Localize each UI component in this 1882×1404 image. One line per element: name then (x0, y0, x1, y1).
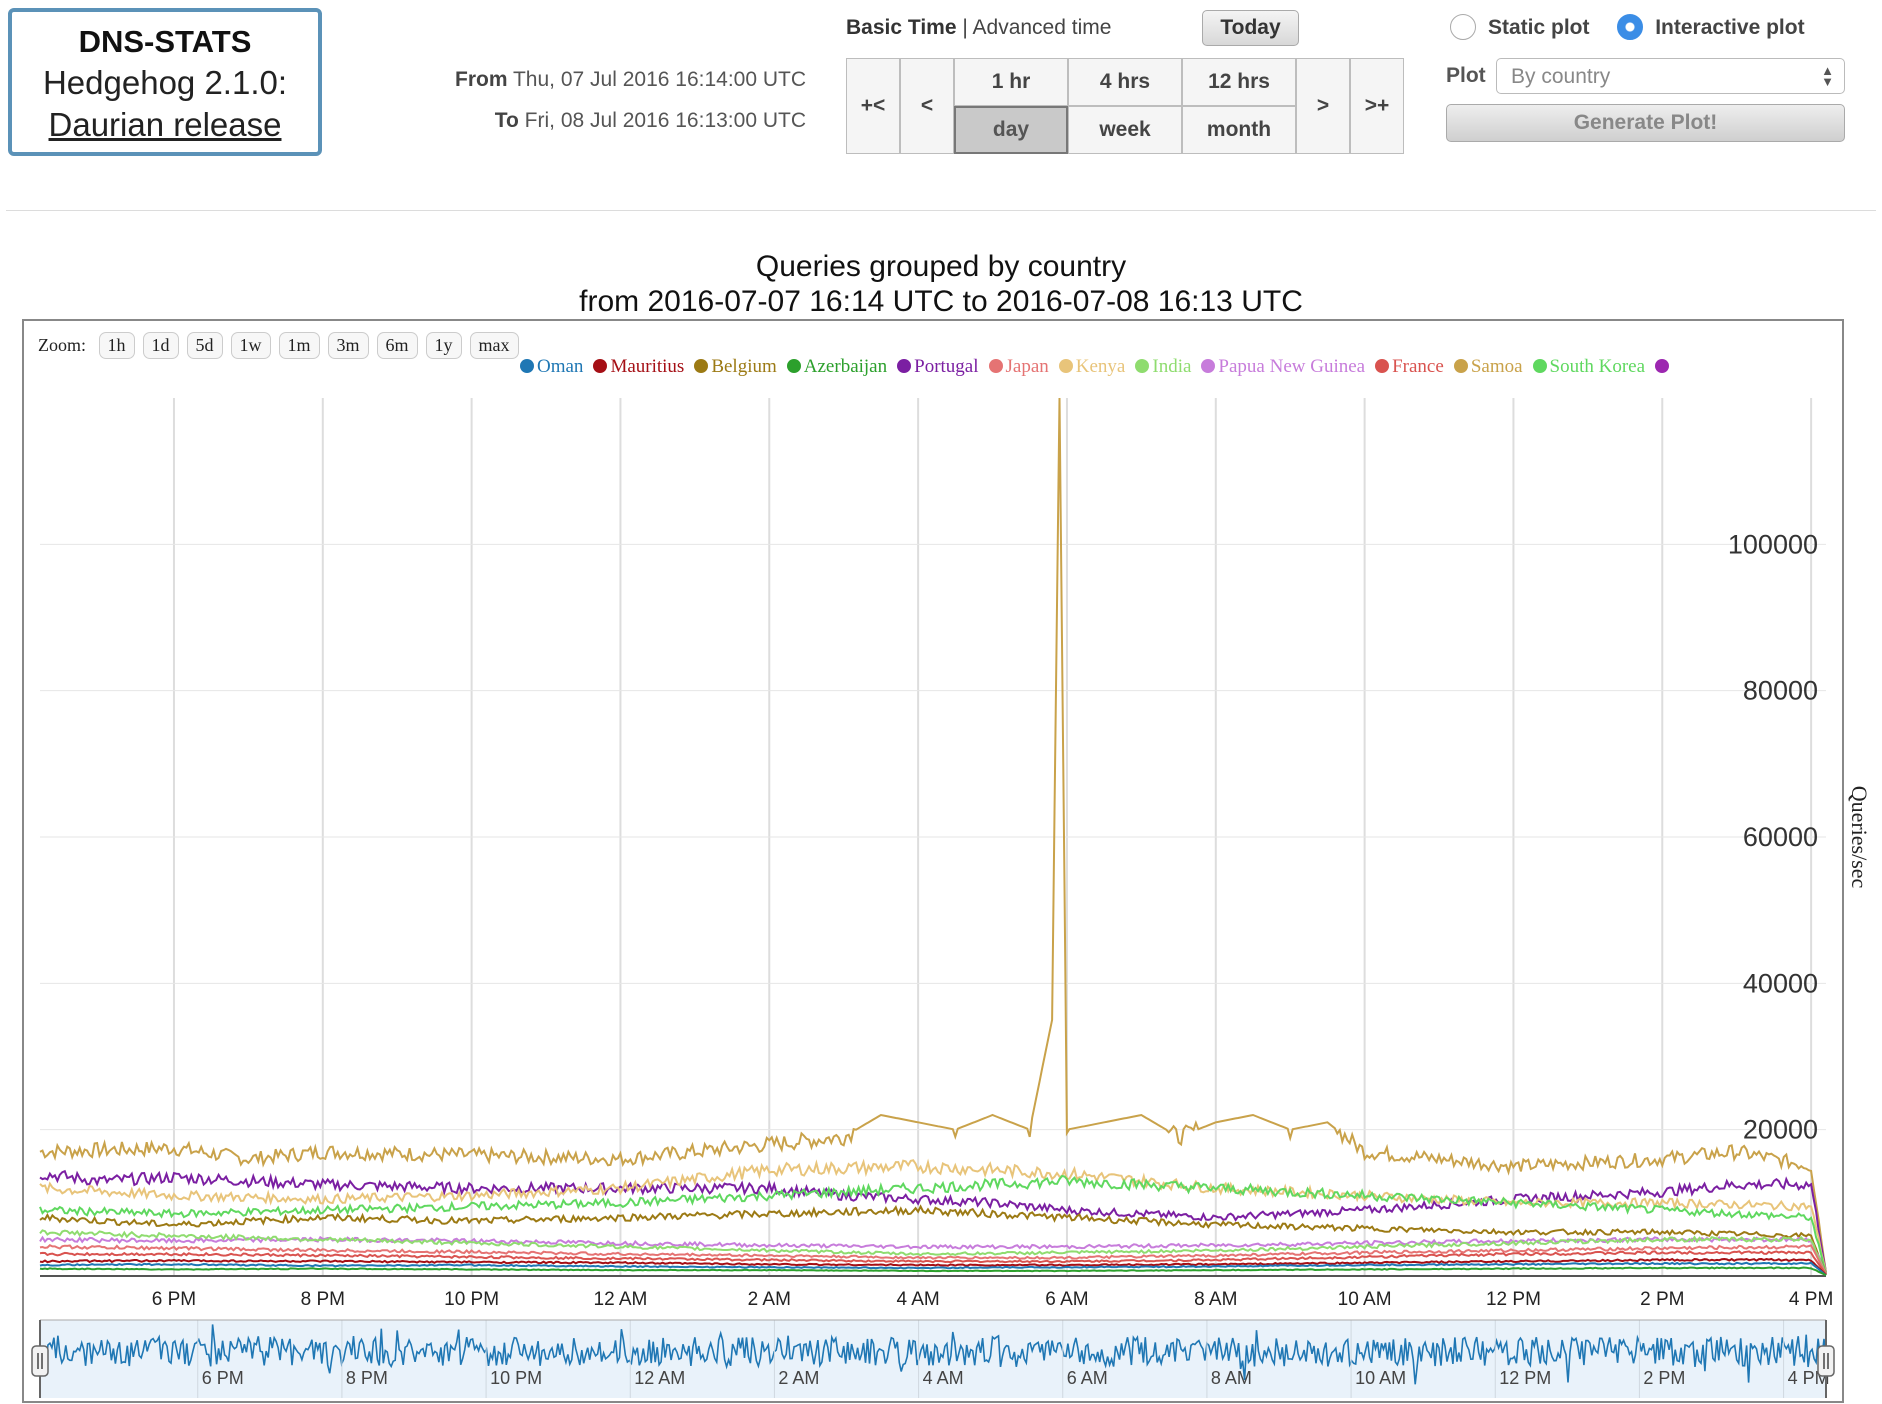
legend-dot-icon (897, 359, 912, 373)
plot-select-label: Plot (1446, 64, 1486, 87)
brand-box: DNS-STATS Hedgehog 2.1.0: Daurian releas… (8, 8, 322, 156)
zoom-button-1h[interactable]: 1h (98, 332, 135, 359)
legend-item[interactable]: Portugal (897, 356, 979, 378)
jump-last-button[interactable]: >+ (1350, 58, 1404, 154)
legend-item[interactable] (1655, 356, 1672, 378)
zoom-button-1d[interactable]: 1d (142, 332, 179, 359)
legend-item[interactable]: Japan (988, 356, 1049, 378)
legend-label: Japan (1005, 356, 1049, 377)
time-mode-separator: | (962, 16, 968, 39)
release-link[interactable]: Daurian release (12, 106, 318, 144)
legend-item[interactable]: France (1375, 356, 1444, 378)
zoom-button-6m[interactable]: 6m (376, 332, 418, 359)
legend-item[interactable]: Samoa (1453, 356, 1523, 378)
zoom-button-max[interactable]: max (469, 332, 519, 359)
legend-dot-icon (1655, 359, 1670, 373)
legend-item[interactable]: Azerbaijan (786, 356, 888, 378)
static-plot-label: Static plot (1488, 16, 1590, 39)
legend-label: Samoa (1470, 356, 1523, 377)
legend-dot-icon (786, 359, 801, 373)
range-1hr-button[interactable]: 1 hr (954, 58, 1068, 106)
legend-dot-icon (1375, 359, 1390, 373)
legend-label: Belgium (711, 356, 777, 377)
chart-title: Queries grouped by country (755, 250, 1127, 283)
plot-select-value: By country (1511, 65, 1611, 88)
legend-item[interactable]: Papua New Guinea (1201, 356, 1365, 378)
legend-label: India (1152, 356, 1192, 377)
from-label: From (455, 68, 508, 91)
zoom-bar: Zoom: 1h 1d 5d 1w 1m 3m 6m 1y max (38, 332, 527, 359)
brand-name: DNS-STATS (78, 24, 252, 59)
zoom-button-1m[interactable]: 1m (278, 332, 320, 359)
legend-label: South Korea (1549, 356, 1646, 377)
legend-label: Mauritius (610, 356, 685, 377)
legend-dot-icon (1453, 359, 1468, 373)
range-day-button[interactable]: day (954, 106, 1068, 154)
legend-dot-icon (1532, 359, 1547, 373)
legend-dot-icon (593, 359, 608, 373)
today-button[interactable]: Today (1202, 10, 1299, 46)
interactive-plot-radio[interactable] (1617, 14, 1644, 40)
plot-type-radio-group: Static plot Interactive plot (1450, 14, 1805, 40)
legend-item[interactable]: India (1135, 356, 1191, 378)
jump-first-button[interactable]: +< (846, 58, 900, 154)
legend-label: France (1392, 356, 1444, 377)
time-navigation: +< < 1 hr 4 hrs 12 hrs day week month > … (846, 58, 1404, 154)
to-label: To (494, 109, 519, 132)
range-12hrs-button[interactable]: 12 hrs (1182, 58, 1296, 106)
brand-version: Hedgehog 2.1.0: (42, 64, 288, 101)
from-value: Thu, 07 Jul 2016 16:14:00 UTC (512, 68, 806, 91)
chart-frame (22, 319, 1844, 1403)
legend-label: Kenya (1075, 356, 1126, 377)
legend-label: Portugal (914, 356, 979, 377)
select-arrows-icon: ▲ ▼ (1821, 63, 1834, 89)
legend-label: Papua New Guinea (1218, 356, 1366, 377)
basic-time-link[interactable]: Basic Time (846, 16, 957, 39)
time-mode-switch: Basic Time | Advanced time (846, 16, 1111, 40)
zoom-button-3m[interactable]: 3m (327, 332, 369, 359)
range-week-button[interactable]: week (1068, 106, 1182, 154)
legend-label: Oman (537, 356, 584, 377)
to-value: Fri, 08 Jul 2016 16:13:00 UTC (524, 109, 806, 132)
legend-dot-icon (1135, 359, 1150, 373)
to-range: To Fri, 08 Jul 2016 16:13:00 UTC (495, 109, 806, 133)
range-month-button[interactable]: month (1182, 106, 1296, 154)
legend-label: Azerbaijan (803, 356, 888, 377)
previous-button[interactable]: < (900, 58, 954, 154)
legend-item[interactable]: South Korea (1532, 356, 1646, 378)
chart-legend: Oman Mauritius Belgium Azerbaijan Portugal Ja… (520, 356, 1840, 378)
plot-select[interactable]: By country ▲ ▼ (1496, 58, 1845, 94)
range-4hrs-button[interactable]: 4 hrs (1068, 58, 1182, 106)
legend-dot-icon (1201, 359, 1216, 373)
generate-plot-button[interactable]: Generate Plot! (1446, 104, 1845, 142)
legend-dot-icon (988, 359, 1003, 373)
legend-item[interactable]: Belgium (694, 356, 777, 378)
y-axis-label: Queries/sec (1847, 786, 1872, 889)
advanced-time-link[interactable]: Advanced time (973, 16, 1112, 39)
next-button[interactable]: > (1296, 58, 1350, 154)
legend-dot-icon (1058, 359, 1073, 373)
header-divider (6, 210, 1876, 211)
chart-subtitle: from 2016-07-07 16:14 UTC to 2016-07-08 … (579, 285, 1303, 318)
interactive-plot-label: Interactive plot (1655, 16, 1805, 39)
legend-item[interactable]: Mauritius (593, 356, 684, 378)
zoom-label: Zoom: (38, 335, 86, 355)
zoom-button-1y[interactable]: 1y (425, 332, 462, 359)
legend-item[interactable]: Kenya (1058, 356, 1126, 378)
zoom-button-5d[interactable]: 5d (186, 332, 223, 359)
zoom-button-1w[interactable]: 1w (230, 332, 271, 359)
legend-item[interactable]: Oman (520, 356, 583, 378)
from-range: From Thu, 07 Jul 2016 16:14:00 UTC (455, 68, 806, 92)
legend-dot-icon (520, 359, 534, 373)
static-plot-radio[interactable] (1450, 14, 1476, 40)
legend-dot-icon (694, 359, 709, 373)
